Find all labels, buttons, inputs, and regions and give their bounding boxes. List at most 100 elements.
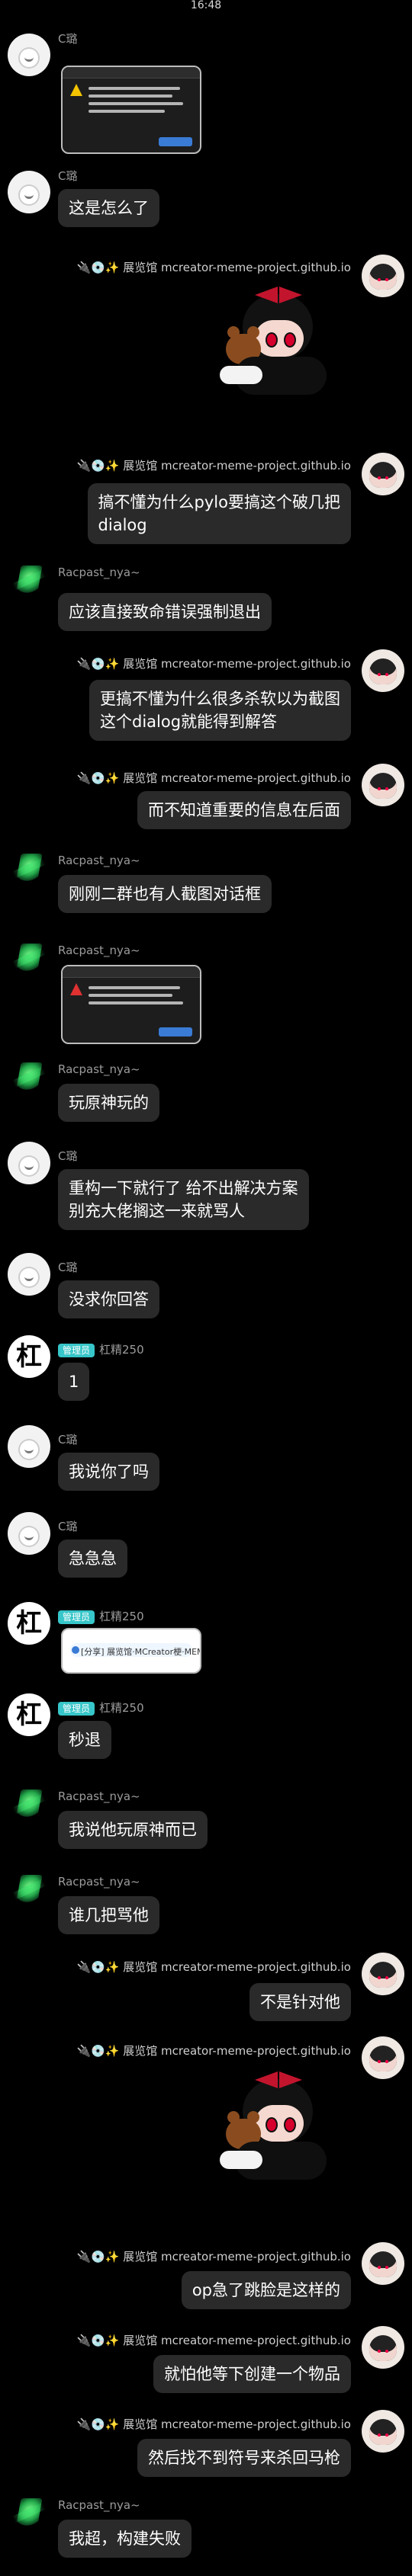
dialog-text-line — [89, 1001, 183, 1004]
avatar-c[interactable] — [8, 1425, 50, 1468]
warning-icon — [70, 84, 82, 96]
message-bubble[interactable]: 更搞不懂为什么很多杀软以为截图 这个dialog就能得到解答 — [89, 680, 351, 741]
sender-name: Racpast_nya~ — [58, 1062, 140, 1076]
avatar-me[interactable] — [362, 764, 404, 806]
avatar-me[interactable] — [362, 2326, 404, 2369]
sender-name: 🔌💿✨ 展览馆 mcreator-meme-project.github.io — [76, 459, 351, 473]
avatar-me[interactable] — [362, 2410, 404, 2453]
image-attachment[interactable] — [61, 965, 201, 1044]
dialog-text-line — [89, 110, 165, 113]
message-bubble[interactable]: 秒退 — [58, 1721, 111, 1759]
message-row: 🔌💿✨ 展览馆 mcreator-meme-project.github.io … — [0, 2326, 412, 2410]
link-icon — [72, 1646, 79, 1654]
message-row: Racpast_nya~ 玩原神玩的 — [0, 1056, 412, 1140]
avatar-gangjing[interactable]: 杠 — [8, 1602, 50, 1645]
message-bubble[interactable]: 不是针对他 — [249, 1983, 351, 2021]
avatar-me[interactable] — [362, 649, 404, 692]
message-row: 🔌💿✨ 展览馆 mcreator-meme-project.github.io … — [0, 2242, 412, 2326]
message-row: 杠 管理员 杠精250 1 — [0, 1335, 412, 1419]
admin-badge: 管理员 — [58, 1610, 95, 1624]
sender-name: 🔌💿✨ 展览馆 mcreator-meme-project.github.io — [76, 771, 351, 785]
avatar-racpast[interactable] — [8, 2492, 50, 2535]
sticker-anime-girl[interactable] — [204, 280, 342, 402]
avatar-racpast[interactable] — [8, 1056, 50, 1099]
avatar-racpast[interactable] — [8, 559, 50, 602]
sender-name: C璐 — [58, 1149, 78, 1163]
sticker-eye-right — [284, 332, 296, 348]
message-bubble[interactable]: 我超，构建失败 — [58, 2520, 192, 2558]
avatar-racpast[interactable] — [8, 937, 50, 980]
message-bubble[interactable]: 而不知道重要的信息在后面 — [137, 791, 351, 829]
message-bubble[interactable]: 急急急 — [58, 1540, 127, 1578]
avatar-me[interactable] — [362, 453, 404, 495]
message-row: Racpast_nya~ 刚刚二群也有人截图对话框 — [0, 847, 412, 931]
sender-name: Racpast_nya~ — [58, 944, 140, 957]
avatar-racpast[interactable] — [8, 1783, 50, 1826]
message-row: C璐 急急急 — [0, 1512, 412, 1596]
sender-name: 🔌💿✨ 展览馆 mcreator-meme-project.github.io — [76, 261, 351, 274]
message-bubble[interactable]: 就怕他等下创建一个物品 — [153, 2355, 351, 2393]
message-bubble[interactable]: 重构一下就行了 给不出解决方案 别充大佬搁这一来就骂人 — [58, 1169, 309, 1230]
avatar-gangjing[interactable]: 杠 — [8, 1693, 50, 1736]
message-row: C璐 重构一下就行了 给不出解决方案 别充大佬搁这一来就骂人 — [0, 1142, 412, 1256]
link-text: [分享] 展览馆·MCreator梗·MEME — [81, 1647, 201, 1657]
avatar-me[interactable] — [362, 2036, 404, 2079]
message-row: C璐 这是怎么了 — [0, 162, 412, 245]
sender-name: C璐 — [58, 32, 78, 46]
sender-name-text: 杠精250 — [99, 1343, 144, 1357]
dialog-button — [159, 1027, 192, 1036]
avatar-c[interactable] — [8, 1253, 50, 1296]
message-row: Racpast_nya~ 应该直接致命错误强制退出 — [0, 559, 412, 643]
error-icon — [70, 983, 82, 995]
message-bubble[interactable]: 1 — [58, 1363, 90, 1401]
image-attachment[interactable] — [61, 66, 201, 154]
dialog-button — [159, 137, 192, 146]
message-row: Racpast_nya~ 谁几把骂他 — [0, 1869, 412, 1953]
avatar-c[interactable] — [8, 1512, 50, 1555]
sender-name: Racpast_nya~ — [58, 854, 140, 867]
message-bubble[interactable]: 刚刚二群也有人截图对话框 — [58, 875, 272, 913]
dialog-text-line — [89, 87, 180, 90]
sticker-sleeve — [220, 366, 262, 384]
avatar-racpast[interactable] — [8, 847, 50, 890]
message-bubble[interactable]: 搞不懂为什么pylo要搞这个破几把 dialog — [87, 483, 351, 544]
message-bubble[interactable]: 没求你回答 — [58, 1280, 159, 1318]
message-bubble[interactable]: op急了跳脸是这样的 — [181, 2271, 351, 2309]
message-row: C璐 — [0, 17, 412, 154]
window-titlebar — [63, 67, 200, 78]
avatar-gangjing[interactable]: 杠 — [8, 1335, 50, 1378]
sticker-face — [255, 320, 304, 357]
sender-name: 🔌💿✨ 展览馆 mcreator-meme-project.github.io — [76, 657, 351, 671]
message-bubble[interactable]: 玩原神玩的 — [58, 1084, 159, 1122]
message-row: 杠 管理员 杠精250 秒退 — [0, 1693, 412, 1777]
avatar-me[interactable] — [362, 255, 404, 297]
avatar-c[interactable] — [8, 171, 50, 213]
sender-name: Racpast_nya~ — [58, 1875, 140, 1889]
dialog-text-line — [89, 986, 180, 989]
message-bubble[interactable]: 我说他玩原神而已 — [58, 1811, 208, 1849]
avatar-c[interactable] — [8, 1142, 50, 1184]
sender-name: C璐 — [58, 1520, 78, 1533]
message-row: C璐 我说你了吗 — [0, 1425, 412, 1509]
sender-name: 🔌💿✨ 展览馆 mcreator-meme-project.github.io — [76, 1960, 351, 1974]
sender-name: Racpast_nya~ — [58, 2498, 140, 2512]
message-row: 🔌💿✨ 展览馆 mcreator-meme-project.github.io — [0, 2036, 412, 2212]
status-bar: 16:48 — [0, 0, 412, 17]
message-row: Racpast_nya~ 我超，构建失败 — [0, 2492, 412, 2576]
dialog-text-line — [89, 95, 172, 98]
sticker-eye-left — [266, 332, 278, 348]
sender-name: C璐 — [58, 1261, 78, 1274]
message-bubble[interactable]: 这是怎么了 — [58, 189, 159, 227]
avatar-me[interactable] — [362, 1953, 404, 1995]
message-row: 杠 管理员 杠精250 [分享] 展览馆·MCreator梗·MEME — [0, 1602, 412, 1686]
message-bubble[interactable]: 然后找不到符号来杀回马枪 — [137, 2439, 351, 2477]
message-bubble[interactable]: 谁几把骂他 — [58, 1896, 159, 1934]
avatar-racpast[interactable] — [8, 1869, 50, 1911]
message-row: Racpast_nya~ — [0, 937, 412, 1052]
message-bubble[interactable]: 我说你了吗 — [58, 1453, 159, 1491]
avatar-me[interactable] — [362, 2242, 404, 2285]
image-attachment[interactable]: [分享] 展览馆·MCreator梗·MEME — [61, 1628, 201, 1674]
sticker-anime-girl[interactable] — [204, 2065, 342, 2187]
avatar-c[interactable] — [8, 34, 50, 76]
message-bubble[interactable]: 应该直接致命错误强制退出 — [58, 593, 272, 631]
